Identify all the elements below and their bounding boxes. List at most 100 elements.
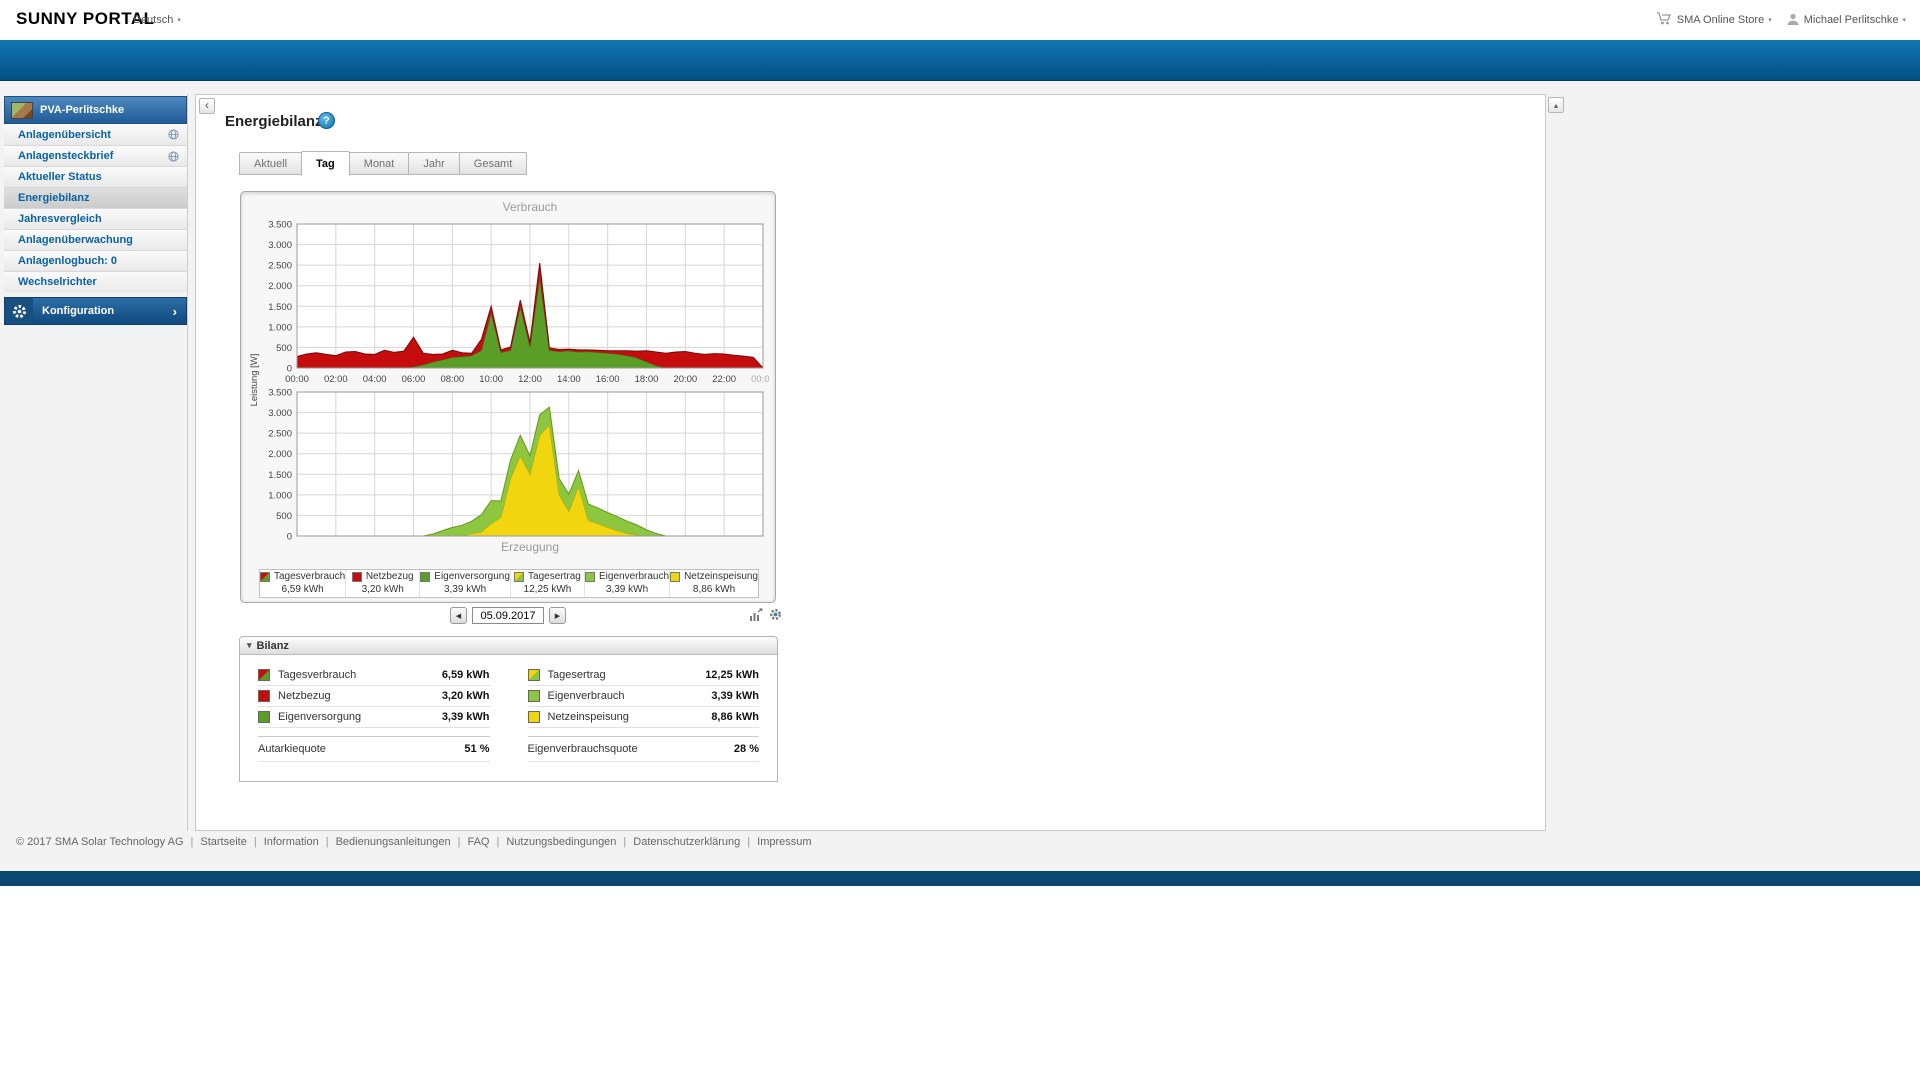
footer: © 2017 SMA Solar Technology AG | Startseit… [16,836,812,848]
footer-separator: | [190,836,194,848]
previous-day-button[interactable]: ◀ [450,607,467,624]
sidebar-item-aktueller-status[interactable]: Aktueller Status [4,166,187,187]
sidebar-item-label: Anlagenlogbuch: 0 [18,255,117,267]
legend-tagesverbrauch: Tagesverbrauch 6,59 kWh [260,570,345,597]
footer-link-startseite[interactable]: Startseite [200,836,246,848]
online-store-link[interactable]: SMA Online Store ▾ [1656,11,1772,29]
footer-separator: | [253,836,257,848]
online-store-label: SMA Online Store [1676,14,1765,26]
legend-swatch-icon [585,572,596,583]
sidebar-item-label: Wechselrichter [18,276,97,288]
sidebar-item-wechselrichter[interactable]: Wechselrichter [4,271,187,292]
footer-separator: | [496,836,500,848]
svg-text:2.500: 2.500 [268,429,292,440]
bilanz-quote-value: 28 % [733,743,759,755]
globe-icon[interactable] [168,129,179,140]
svg-text:14:00: 14:00 [557,374,581,385]
sidebar-item-jahresvergleich[interactable]: Jahresvergleich [4,208,187,229]
plant-header[interactable]: PVA-Perlitschke [4,96,187,124]
tab-tag[interactable]: Tag [301,151,350,176]
user-icon [1786,12,1800,29]
footer-link-datenschutzerklärung[interactable]: Datenschutzerklärung [633,836,740,848]
legend-label: Eigenversorgung [434,571,510,582]
bilanz-row-value: 12,25 kWh [705,669,759,681]
collapse-triangle-icon: ▾ [247,640,252,650]
user-menu[interactable]: Michael Perlitschke ▾ [1786,12,1906,29]
scroll-top-button[interactable]: ▴ [1548,97,1564,113]
plant-thumbnail [11,101,33,119]
svg-text:12:00: 12:00 [518,374,542,385]
svg-text:00:00: 00:00 [751,374,769,385]
svg-text:18:00: 18:00 [635,374,659,385]
tab-gesamt[interactable]: Gesamt [458,152,528,175]
tab-monat[interactable]: Monat [348,152,410,175]
svg-text:Erzeugung: Erzeugung [501,540,559,554]
legend-netzbezug: Netzbezug 3,20 kWh [345,570,419,597]
svg-text:0: 0 [287,532,292,543]
topbar-right: SMA Online Store ▾ Michael Perlitschke ▾ [1656,11,1906,29]
sidebar-item-anlagenüberwachung[interactable]: Anlagenüberwachung [4,229,187,250]
svg-text:10:00: 10:00 [479,374,503,385]
tab-jahr[interactable]: Jahr [408,152,460,175]
sidebar-item-label: Anlagenüberwachung [18,234,133,246]
legend-entry-row: Eigenversorgung [420,571,510,584]
svg-text:02:00: 02:00 [324,374,348,385]
chart-tools [748,607,783,622]
bilanz-swatch-icon [258,711,270,723]
sidebar-item-label: Energiebilanz [18,192,90,204]
globe-icon[interactable] [168,150,179,162]
sidebar-item-anlagenlogbuch-0[interactable]: Anlagenlogbuch: 0 [4,250,187,271]
footer-separator: | [457,836,461,848]
period-tabs: Aktuell Tag Monat Jahr Gesamt [239,151,528,176]
content-panel: ‹ Energiebilanz ? Aktuell Tag Monat Jahr Ges… [195,94,1546,831]
footer-link-bedienungsanleitungen[interactable]: Bedienungsanleitungen [336,836,451,848]
chevron-down-icon: ▾ [1768,17,1772,24]
bilanz-swatch-icon [527,669,540,681]
language-selector[interactable]: Deutsch ▾ [133,14,181,26]
svg-text:1.500: 1.500 [268,302,292,313]
legend-label: Eigenverbrauch [599,571,670,582]
bilanz-quote-label: Autarkiequote [258,743,326,755]
legend-swatch-icon [351,572,362,583]
legend-swatch-icon [514,572,525,583]
bilanz-row-value: 3,39 kWh [711,690,759,702]
sidebar-item-anlagensteckbrief[interactable]: Anlagensteckbrief [4,145,187,166]
footer-link-faq[interactable]: FAQ [467,836,489,848]
legend-value: 8,86 kWh [692,583,736,595]
svg-text:08:00: 08:00 [440,374,464,385]
collapse-sidebar-button[interactable]: ‹ [199,98,215,114]
legend-value: 12,25 kWh [523,583,572,595]
footer-separator: | [623,836,627,848]
sidebar-item-konfiguration[interactable]: Konfiguration › [4,297,187,325]
bilanz-quote-value: 51 % [464,743,490,755]
svg-text:00:00: 00:00 [285,374,309,385]
tab-aktuell[interactable]: Aktuell [239,152,303,175]
legend-netzeinspeisung: Netzeinspeisung 8,86 kWh [669,570,758,597]
legend-label: Netzeinspeisung [684,571,758,582]
export-diagram-icon[interactable] [748,607,763,622]
date-input[interactable] [472,607,544,624]
page-title: Energiebilanz [225,113,323,130]
bilanz-header[interactable]: ▾ Bilanz [240,637,777,655]
sidebar-item-label: Anlagenübersicht [18,128,111,141]
legend-tagesertrag: Tagesertrag 12,25 kWh [509,570,584,597]
footer-link-impressum[interactable]: Impressum [757,836,811,848]
footer-link-nutzungsbedingungen[interactable]: Nutzungsbedingungen [506,836,616,848]
footer-link-information[interactable]: Information [264,836,319,848]
bilanz-swatch-icon [527,690,540,702]
bilanz-panel: ▾ Bilanz Tagesverbrauch 6,59 kWh Netzbezug… [239,636,778,782]
sidebar-item-anlagenübersicht[interactable]: Anlagenübersicht [4,124,187,145]
next-day-button[interactable]: ▶ [549,607,566,624]
bilanz-row-tagesertrag: Tagesertrag 12,25 kWh [527,665,759,686]
help-icon[interactable]: ? [318,112,335,129]
bilanz-title: Bilanz [256,639,289,652]
diagram-settings-icon[interactable] [768,607,783,622]
svg-text:2.000: 2.000 [268,281,292,292]
svg-text:3.500: 3.500 [268,220,292,231]
footer-copyright: © 2017 SMA Solar Technology AG [16,836,184,848]
legend-entry-row: Tagesverbrauch [260,571,345,584]
legend-value: 3,39 kWh [605,583,649,595]
bilanz-row-label: Tagesertrag [547,669,606,681]
sidebar-item-energiebilanz[interactable]: Energiebilanz [4,187,187,208]
bilanz-quote-eigenverbrauchsquote: Eigenverbrauchsquote 28 % [527,736,759,762]
